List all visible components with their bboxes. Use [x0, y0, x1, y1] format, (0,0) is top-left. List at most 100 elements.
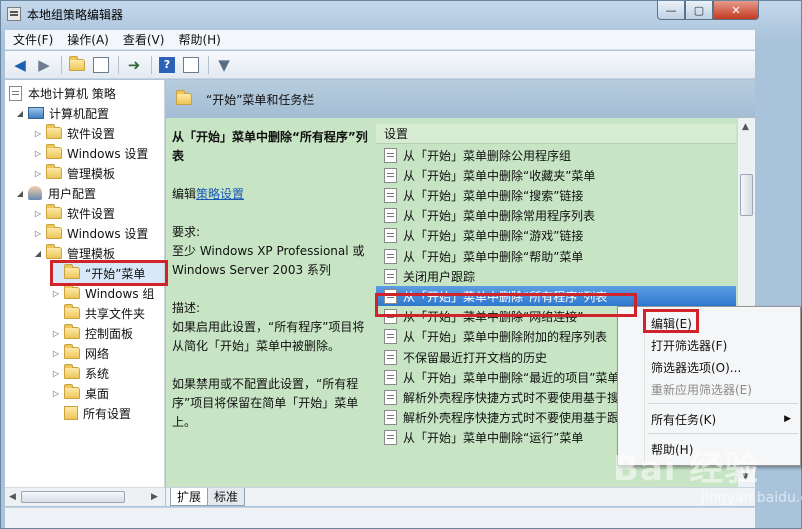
expand-closed-icon[interactable]: ▷: [51, 349, 61, 358]
tree-item-network[interactable]: ▷ 网络: [51, 343, 109, 363]
policy-setting-icon: [384, 410, 397, 426]
policy-setting-icon: [384, 430, 397, 446]
expand-closed-icon[interactable]: ▷: [33, 129, 43, 138]
forward-arrow-icon[interactable]: ▶: [33, 54, 55, 76]
menu-item-edit[interactable]: 编辑(E): [651, 313, 797, 333]
expand-closed-icon[interactable]: ▷: [51, 289, 61, 298]
policy-setting-icon: [384, 268, 397, 284]
tree-item-shared-folders[interactable]: 共享文件夹: [64, 303, 145, 323]
edit-policy-link[interactable]: 策略设置: [196, 187, 244, 201]
export-list-icon[interactable]: ➜: [123, 54, 145, 76]
close-button[interactable]: ✕: [713, 1, 759, 20]
tree-horizontal-scrollbar[interactable]: ◀ ▶: [5, 487, 165, 506]
expand-open-icon[interactable]: ◢: [15, 189, 25, 198]
tree-item-windows-components[interactable]: ▷ Windows 组: [51, 283, 154, 303]
toolbar-separator: [151, 55, 152, 74]
tree-item-label: 软件设置: [67, 126, 116, 141]
watermark-logo: Bai 经验: [613, 449, 760, 489]
maximize-button[interactable]: ▢: [685, 1, 713, 20]
scrollbar-thumb[interactable]: [740, 174, 753, 216]
tree-item-all-settings[interactable]: 所有设置: [64, 403, 131, 423]
scroll-right-icon[interactable]: ▶: [151, 492, 158, 502]
setting-row[interactable]: 从「开始」菜单中删除“帮助”菜单: [376, 246, 736, 266]
expand-closed-icon[interactable]: ▷: [51, 369, 61, 378]
tree-item-label: Windows 设置: [67, 226, 149, 241]
up-folder-icon[interactable]: [66, 54, 88, 76]
tree-item-label: 管理模板: [67, 246, 116, 261]
back-arrow-icon[interactable]: ◀: [9, 54, 31, 76]
expand-closed-icon[interactable]: ▷: [33, 169, 43, 178]
scrollbar-thumb[interactable]: [21, 491, 125, 503]
tree-item-system[interactable]: ▷ 系统: [51, 363, 109, 383]
content-header: “开始”菜单和任务栏: [166, 80, 755, 118]
title-bar[interactable]: 本地组策略编辑器 — ▢ ✕: [1, 1, 801, 29]
menu-item-open-filter[interactable]: 打开筛选器(F): [651, 335, 797, 355]
setting-row[interactable]: 从「开始」菜单中删除“所有程序”列表: [376, 286, 736, 307]
req-text: 至少 Windows XP Professional 或 Windows Ser…: [172, 244, 365, 277]
expand-closed-icon[interactable]: ▷: [51, 329, 61, 338]
tree-item-label: Windows 组: [85, 286, 155, 301]
folder-icon: [46, 124, 62, 139]
policy-icon: [9, 85, 22, 101]
minimize-button[interactable]: —: [657, 1, 685, 20]
tree-item-desktop[interactable]: ▷ 桌面: [51, 383, 109, 403]
setting-row[interactable]: 从「开始」菜单中删除“搜索”链接: [376, 185, 736, 205]
description: 描述: 如果启用此设置，“所有程序”项目将从简化「开始」菜单中被删除。: [172, 299, 370, 356]
properties-icon[interactable]: [180, 54, 202, 76]
expand-open-icon[interactable]: ◢: [33, 249, 43, 258]
folder-icon: [46, 164, 62, 179]
filter-icon[interactable]: ▼: [213, 54, 235, 76]
tree-item-windows-settings[interactable]: ▷ Windows 设置: [33, 143, 148, 163]
setting-row[interactable]: 从「开始」菜单中删除常用程序列表: [376, 206, 736, 226]
scroll-left-icon[interactable]: ◀: [9, 492, 16, 502]
tab-standard[interactable]: 标准: [207, 488, 246, 506]
menu-help[interactable]: 帮助(H): [178, 31, 220, 48]
desc-label: 描述:: [172, 301, 201, 315]
setting-label: 从「开始」菜单中删除“网络连接”: [403, 310, 584, 325]
scroll-up-icon[interactable]: ▲: [742, 122, 749, 132]
expand-closed-icon[interactable]: ▷: [51, 389, 61, 398]
expand-closed-icon[interactable]: ▷: [33, 149, 43, 158]
menu-item-filter-options[interactable]: 筛选器选项(O)...: [651, 357, 797, 377]
column-header-settings[interactable]: 设置: [376, 124, 736, 144]
content-header-title: “开始”菜单和任务栏: [206, 92, 315, 107]
tab-extended[interactable]: 扩展: [170, 488, 209, 506]
tree-item-user-config[interactable]: ◢ 用户配置: [15, 183, 96, 203]
tree-item-label: 用户配置: [48, 186, 97, 201]
tree-item-admin-templates[interactable]: ▷ 管理模板: [33, 163, 115, 183]
setting-label: 解析外壳程序快捷方式时不要使用基于跟: [403, 411, 620, 426]
folder-icon: [46, 224, 62, 239]
expand-open-icon[interactable]: ◢: [15, 109, 25, 118]
help-icon[interactable]: ?: [156, 54, 178, 76]
show-hide-tree-icon[interactable]: [90, 54, 112, 76]
tree-item-local-policy[interactable]: 本地计算机 策略: [9, 83, 116, 103]
menu-item-reapply-filter: 重新应用筛选器(E): [651, 379, 797, 399]
submenu-arrow-icon: ▶: [784, 414, 791, 424]
menu-item-all-tasks[interactable]: 所有任务(K) ▶: [651, 409, 797, 429]
menu-action[interactable]: 操作(A): [67, 31, 109, 48]
expand-closed-icon[interactable]: ▷: [33, 229, 43, 238]
tree-item-software-settings[interactable]: ▷ 软件设置: [33, 123, 115, 143]
setting-label: 从「开始」菜单中删除“收藏夹”菜单: [403, 168, 596, 183]
setting-label: 从「开始」菜单中删除“所有程序”列表: [403, 289, 608, 304]
tree-item-label: 所有设置: [83, 406, 132, 421]
tree-item-label: 控制面板: [85, 326, 134, 341]
menu-bar: 文件(F) 操作(A) 查看(V) 帮助(H): [5, 30, 755, 50]
menu-view[interactable]: 查看(V): [123, 31, 165, 48]
menu-item-label: 编辑(E): [651, 316, 692, 331]
tree-item-user-software-settings[interactable]: ▷ 软件设置: [33, 203, 115, 223]
menu-item-label: 筛选器选项(O)...: [651, 360, 742, 375]
setting-row[interactable]: 关闭用户跟踪: [376, 266, 736, 286]
policy-setting-icon: [384, 248, 397, 264]
tree-item-computer-config[interactable]: ◢ 计算机配置: [15, 103, 109, 123]
policy-setting-icon: [384, 349, 397, 365]
menu-file[interactable]: 文件(F): [13, 31, 53, 48]
tree-item-start-menu[interactable]: “开始”菜单: [51, 263, 164, 283]
tree-item-control-panel[interactable]: ▷ 控制面板: [51, 323, 133, 343]
setting-row[interactable]: 从「开始」菜单中删除“游戏”链接: [376, 226, 736, 246]
setting-row[interactable]: 从「开始」菜单中删除“收藏夹”菜单: [376, 165, 736, 185]
expand-closed-icon[interactable]: ▷: [33, 209, 43, 218]
tree-item-user-windows-settings[interactable]: ▷ Windows 设置: [33, 223, 148, 243]
setting-row[interactable]: 从「开始」菜单删除公用程序组: [376, 145, 736, 165]
tree-item-user-admin-templates[interactable]: ◢ 管理模板: [33, 243, 115, 263]
